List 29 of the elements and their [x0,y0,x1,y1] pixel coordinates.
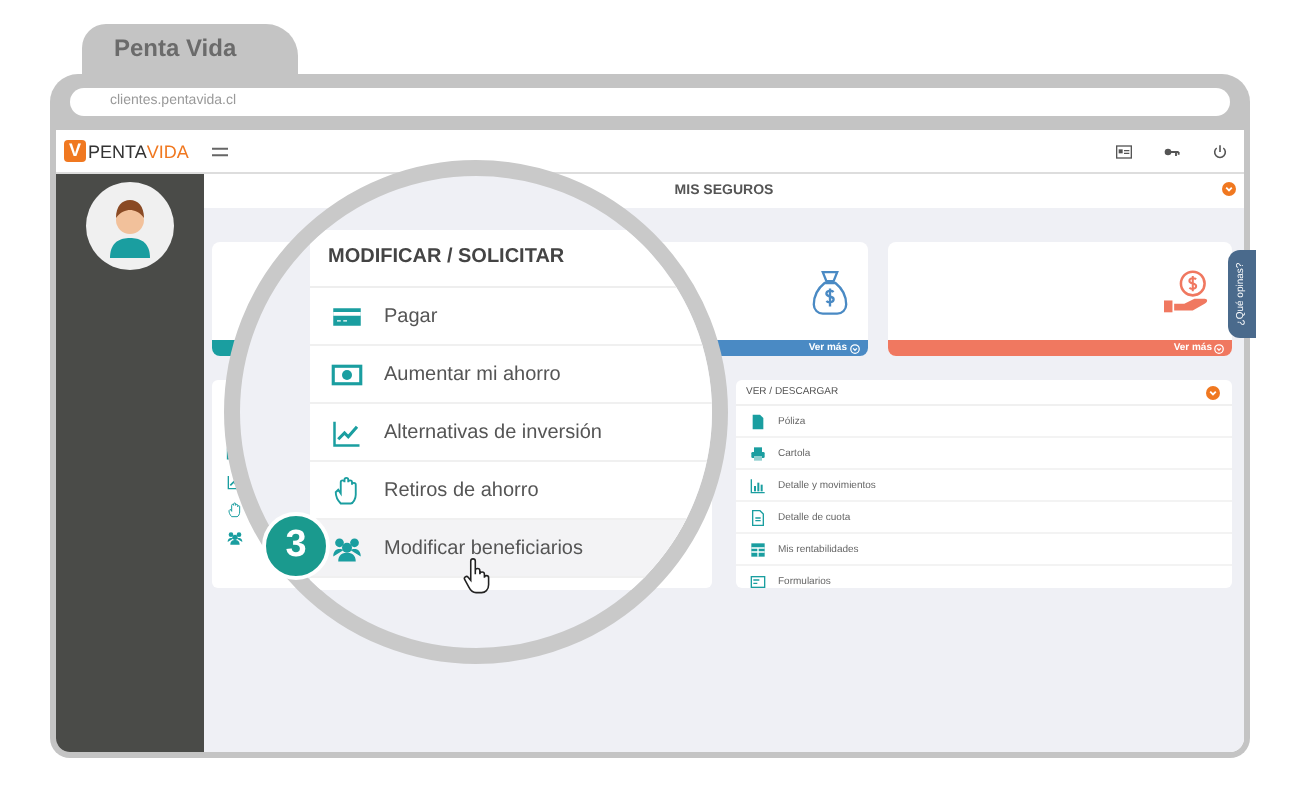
chevron-icon [849,343,859,353]
document-icon [750,413,766,429]
receipt-icon [750,509,766,525]
power-icon[interactable] [1212,143,1228,159]
logo-text: VIDA [146,141,189,161]
chevron-icon[interactable] [1222,182,1236,196]
people-icon [330,533,364,563]
logo-mark: V [64,140,86,162]
money-bag-icon [811,267,847,315]
table-icon [750,541,766,557]
id-card-icon[interactable] [1116,143,1132,159]
printer-icon [750,445,766,461]
form-icon [750,573,766,589]
chevron-icon [1214,343,1224,353]
avatar-icon [86,182,174,270]
logo-text: PENTA [88,141,147,161]
menu-icon[interactable] [212,145,229,157]
menu-item[interactable]: Aumentar mi ahorro [310,346,712,404]
menu-item[interactable]: Pagar [310,288,712,346]
banknote-icon [330,359,364,389]
bar-chart-icon [750,477,766,493]
menu-item[interactable]: Alternativas de inversión [310,404,712,462]
key-icon[interactable] [1164,143,1180,159]
hand-icon [226,502,244,518]
line-chart-icon [330,417,364,447]
panel-title: MODIFICAR / SOLICITAR [310,230,712,288]
chevron-icon[interactable] [1206,385,1220,399]
people-icon [226,530,244,546]
hand-coin-icon [1160,269,1212,313]
